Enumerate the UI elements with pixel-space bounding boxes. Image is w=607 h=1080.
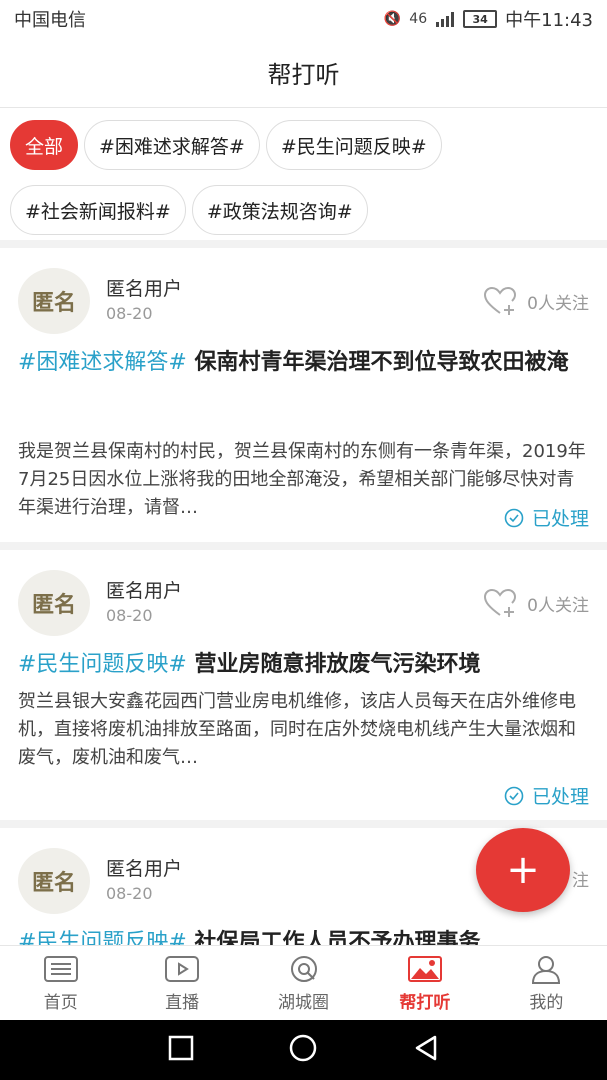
post-title[interactable]: #民生问题反映# 营业房随意排放废气污染环境 [18,650,588,680]
post-username: 匿名用户 [106,278,183,300]
divider [0,240,607,248]
avatar: 匿名 [18,268,90,334]
follow-button[interactable]: 0人关注 [483,588,589,618]
network-label: 46 [409,11,428,27]
post-card[interactable]: 匿名 匿名用户 08-20 0人关注 #民生问题反映# 营业房随意排放废气污染环… [0,550,607,820]
tab-label: 我的 [529,993,564,1013]
post-tag[interactable]: #民生问题反映# [18,652,187,677]
home-list-icon [43,956,78,982]
live-tv-icon [165,956,200,982]
post-body: 贺兰县银大安鑫花园西门营业房电机维修，该店人员每天在店外维修电机，直接将废机油排… [18,691,576,768]
follow-button[interactable]: 0人关注 [483,286,589,316]
post-username: 匿名用户 [106,580,183,602]
chip-all[interactable]: 全部 [10,120,79,170]
system-nav-bar [0,1020,607,1080]
check-circle-icon [504,786,524,805]
chip-difficulty[interactable]: #困难述求解答# [84,120,260,170]
divider [0,820,607,828]
status-badge: 已处理 [504,504,589,531]
square-icon [168,1035,194,1061]
avatar: 匿名 [18,570,90,636]
chip-policy[interactable]: #政策法规咨询# [191,185,368,235]
post-date: 08-20 [106,304,153,323]
tab-circle[interactable]: 湖城圈 [243,946,364,1021]
tab-live[interactable]: 直播 [121,946,242,1021]
tab-label: 首页 [43,993,78,1013]
tab-label: 直播 [165,993,200,1013]
tab-home[interactable]: 首页 [0,946,121,1021]
category-filter: 全部 #困难述求解答# #民生问题反映# #社会新闻报料# #政策法规咨询# [0,108,607,240]
status-icons: 🔇 46 34 中午11:43 [384,6,593,32]
check-circle-icon [504,508,524,527]
status-label: 已处理 [531,508,589,530]
page-title: 帮打听 [0,38,607,108]
post-card[interactable]: 匿名 匿名用户 08-20 0人关注 #困难述求解答# 保南村青年渠治理不到位导… [0,248,607,538]
user-icon [532,956,561,984]
post-date: 08-20 [106,884,153,903]
follow-count: 注 [572,871,589,891]
recent-apps-button[interactable] [166,1033,196,1067]
tab-label: 湖城圈 [278,993,330,1013]
post-title-text: 保南村青年渠治理不到位导致农田被淹 [194,350,569,375]
post-tag[interactable]: #民生问题反映# [18,930,187,945]
heart-plus-icon [484,286,517,315]
home-button[interactable] [288,1033,318,1067]
post-username: 匿名用户 [106,858,183,880]
status-label: 已处理 [531,786,589,808]
chip-news-tip[interactable]: #社会新闻报料# [10,185,186,235]
post-title-text: 社保局工作人员不予办理事务 [194,930,481,945]
post-title[interactable]: #民生问题反映# 社保局工作人员不予办理事务 [18,928,588,945]
status-bar: 中国电信 🔇 46 34 中午11:43 [0,0,607,38]
add-post-button[interactable]: + [476,828,570,912]
status-badge: 已处理 [504,782,589,809]
signal-icon [436,12,455,27]
tab-mine[interactable]: 我的 [486,946,607,1021]
circle-home-icon [290,1034,317,1062]
heart-plus-icon [484,588,517,617]
tab-label: 帮打听 [399,993,451,1013]
post-title-text: 营业房随意排放废气污染环境 [194,652,481,677]
mute-icon: 🔇 [383,11,402,27]
back-button[interactable] [411,1033,441,1067]
post-tag[interactable]: #困难述求解答# [18,350,187,375]
picture-icon [407,956,442,982]
follow-count: 0人关注 [527,595,589,616]
back-triangle-icon [415,1035,437,1061]
avatar: 匿名 [18,848,90,914]
chip-livelihood[interactable]: #民生问题反映# [265,120,442,170]
battery-icon: 34 [463,10,498,28]
follow-count: 0人关注 [527,293,589,314]
tab-help[interactable]: 帮打听 [364,946,485,1021]
divider [0,542,607,550]
post-date: 08-20 [106,606,153,625]
bottom-tab-bar: 首页 直播 湖城圈 帮打听 我的 [0,945,607,1021]
circle-icon [290,956,317,982]
clock-label: 中午11:43 [505,10,593,31]
carrier-label: 中国电信 [14,10,86,31]
post-title[interactable]: #困难述求解答# 保南村青年渠治理不到位导致农田被淹 [18,348,588,378]
